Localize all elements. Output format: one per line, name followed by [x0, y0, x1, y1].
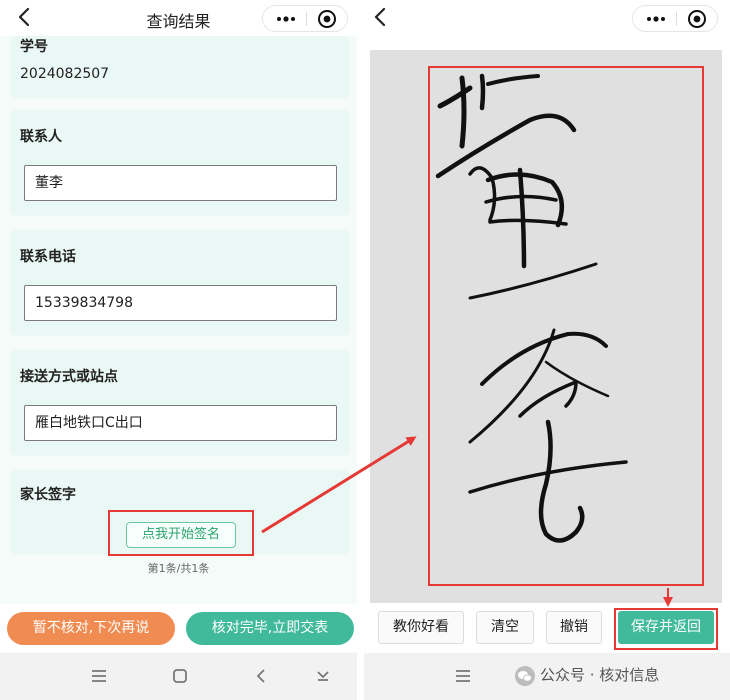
student-id-label: 学号	[20, 39, 48, 55]
phone-card: 联系电话 15339834798	[10, 230, 350, 336]
contact-card: 联系人 董李	[10, 110, 350, 216]
close-target-icon[interactable]	[317, 9, 337, 29]
more-dots-icon[interactable]	[643, 10, 669, 28]
pickup-label: 接送方式或站点	[20, 369, 118, 385]
student-id-card: 学号 2024082507	[10, 36, 350, 98]
system-nav-bar: 公众号 · 核对信息	[364, 653, 730, 700]
capsule-divider	[306, 12, 307, 26]
contact-input[interactable]: 董李	[24, 165, 337, 201]
more-dots-icon[interactable]	[273, 10, 299, 28]
nav-hide-icon[interactable]	[310, 663, 336, 689]
mini-program-capsule	[262, 5, 348, 32]
menu-icon[interactable]	[450, 663, 476, 689]
handwritten-signature-drawing	[435, 73, 628, 543]
highlight-box-sign-button	[108, 510, 254, 556]
highlight-box-save-button	[614, 608, 718, 650]
mini-program-capsule	[632, 5, 718, 32]
watermark-text: 公众号 · 核对信息	[540, 666, 660, 684]
submit-button[interactable]: 核对完毕,立即交表	[186, 612, 354, 645]
phone-input[interactable]: 15339834798	[24, 285, 337, 321]
clear-button[interactable]: 清空	[476, 611, 534, 644]
watermark: 公众号 · 核对信息	[514, 661, 659, 689]
home-square-icon[interactable]	[167, 663, 193, 689]
pagination-text: 第1条/共1条	[147, 562, 210, 575]
system-nav-bar	[0, 653, 357, 700]
phone-label: 联系电话	[20, 249, 76, 265]
undo-button[interactable]: 撤销	[546, 611, 602, 644]
pickup-card: 接送方式或站点 雁白地铁口C出口	[10, 350, 350, 456]
close-target-icon[interactable]	[687, 9, 707, 29]
query-result-screen: 查询结果 学号 2024082507 联系人 董李 联系电话 153398347…	[0, 0, 357, 700]
signature-pad-screen: 教你好看 清空 撤销 保存并返回 公众号 · 核对信息	[364, 0, 730, 700]
nav-back-icon[interactable]	[248, 663, 274, 689]
student-id-value: 2024082507	[20, 66, 110, 82]
later-button[interactable]: 暂不核对,下次再说	[7, 612, 175, 645]
bottom-actions: 暂不核对,下次再说 核对完毕,立即交表	[0, 604, 357, 652]
beautify-button[interactable]: 教你好看	[378, 611, 464, 644]
wechat-official-account-icon	[515, 665, 535, 686]
back-arrow-icon[interactable]	[368, 4, 394, 30]
pickup-input[interactable]: 雁白地铁口C出口	[24, 405, 337, 441]
signature-toolbar: 教你好看 清空 撤销 保存并返回	[364, 604, 730, 652]
top-bar: 查询结果	[0, 0, 357, 36]
signature-label: 家长签字	[20, 487, 76, 503]
capsule-divider	[676, 12, 677, 26]
menu-icon[interactable]	[86, 663, 112, 689]
top-bar-signature	[364, 0, 730, 36]
contact-label: 联系人	[20, 129, 62, 145]
signature-card: 家长签字 点我开始签名	[10, 470, 350, 556]
signature-canvas[interactable]	[370, 50, 722, 603]
